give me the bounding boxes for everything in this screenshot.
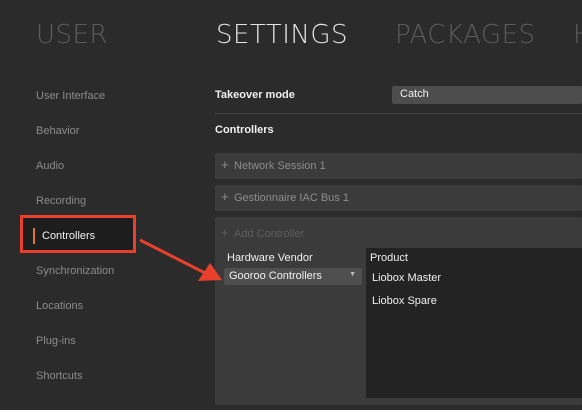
expand-plus-icon[interactable]: +: [221, 157, 229, 172]
takeover-mode-select[interactable]: Catch: [392, 86, 582, 104]
sidebar-item-user-interface[interactable]: User Interface: [36, 90, 105, 102]
divider: [215, 113, 582, 114]
sidebar-item-controllers[interactable]: Controllers: [42, 230, 95, 242]
active-indicator: [33, 228, 35, 244]
hardware-vendor-header: Hardware Vendor: [227, 252, 313, 264]
controller-row-network-session[interactable]: + Network Session 1: [215, 153, 582, 179]
tab-user[interactable]: USER: [36, 20, 108, 50]
controllers-section-title: Controllers: [215, 124, 274, 136]
controller-row-iac-bus[interactable]: + Gestionnaire IAC Bus 1: [215, 185, 582, 211]
hardware-vendor-select[interactable]: Gooroo Controllers ▼: [224, 268, 362, 285]
add-plus-icon[interactable]: +: [221, 225, 229, 240]
sidebar-item-recording[interactable]: Recording: [36, 195, 86, 207]
controller-row-label: Gestionnaire IAC Bus 1: [234, 192, 349, 204]
top-tabs: USER SETTINGS PACKAGES H: [0, 0, 582, 64]
tab-settings[interactable]: SETTINGS: [216, 20, 348, 50]
takeover-mode-value: Catch: [400, 88, 429, 100]
settings-window: USER SETTINGS PACKAGES H User Interface …: [0, 0, 582, 410]
product-item-liobox-spare[interactable]: Liobox Spare: [372, 295, 437, 307]
add-controller-label[interactable]: Add Controller: [234, 228, 304, 240]
controller-row-label: Network Session 1: [234, 160, 326, 172]
sidebar-item-locations[interactable]: Locations: [36, 300, 83, 312]
product-item-liobox-master[interactable]: Liobox Master: [372, 272, 441, 284]
product-list: [366, 248, 582, 398]
tab-packages[interactable]: PACKAGES: [395, 20, 536, 50]
sidebar-item-audio[interactable]: Audio: [36, 160, 64, 172]
takeover-mode-label: Takeover mode: [215, 89, 295, 101]
dropdown-arrow-icon: ▼: [349, 271, 356, 278]
sidebar-item-plug-ins[interactable]: Plug-ins: [36, 335, 76, 347]
product-header: Product: [370, 252, 408, 264]
hardware-vendor-value: Gooroo Controllers: [229, 270, 322, 282]
expand-plus-icon[interactable]: +: [221, 189, 229, 204]
sidebar-item-behavior[interactable]: Behavior: [36, 125, 79, 137]
tab-help-partial[interactable]: H: [573, 20, 582, 50]
sidebar-item-shortcuts[interactable]: Shortcuts: [36, 370, 82, 382]
sidebar-item-synchronization[interactable]: Synchronization: [36, 265, 114, 277]
